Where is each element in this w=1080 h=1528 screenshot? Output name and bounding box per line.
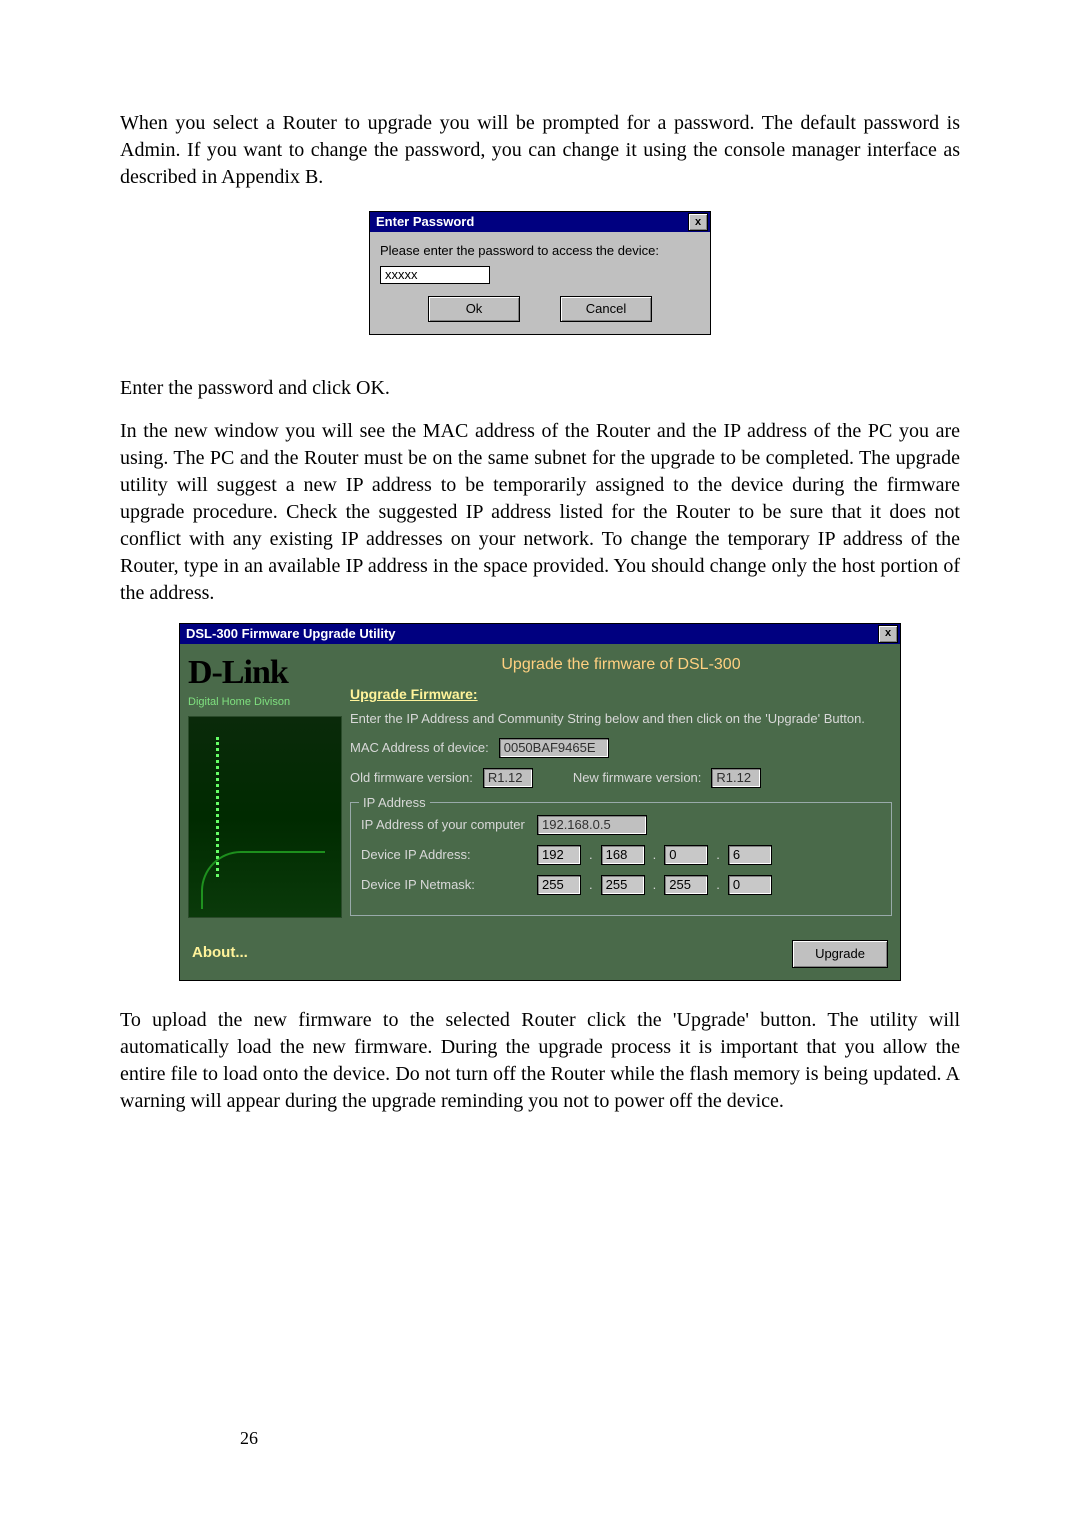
new-fw-value: R1.12 xyxy=(711,768,761,788)
intro-paragraph: When you select a Router to upgrade you … xyxy=(120,110,960,191)
leaf-icon xyxy=(201,851,325,909)
brand-tagline: Digital Home Divison xyxy=(188,695,342,710)
password-prompt-label: Please enter the password to access the … xyxy=(380,242,700,260)
cancel-button[interactable]: Cancel xyxy=(560,296,652,322)
firmware-version-row: Old firmware version: R1.12 New firmware… xyxy=(350,768,892,788)
firmware-dialog: DSL-300 Firmware Upgrade Utility x D-Lin… xyxy=(179,623,901,981)
dot-separator: . xyxy=(587,846,595,864)
pc-ip-value: 192.168.0.5 xyxy=(537,815,647,835)
page-number: 26 xyxy=(240,1426,258,1450)
pc-ip-row: IP Address of your computer 192.168.0.5 xyxy=(361,815,881,835)
device-ip-row: Device IP Address: 192. 168. 0. 6 xyxy=(361,845,881,865)
dot-separator: . xyxy=(714,846,722,864)
dot-separator: . xyxy=(714,876,722,894)
dlink-logo: D-Link Digital Home Divison xyxy=(180,644,350,711)
dot-separator: . xyxy=(651,846,659,864)
upgrade-instruction-text: Enter the IP Address and Community Strin… xyxy=(350,710,892,728)
firmware-dialog-container: DSL-300 Firmware Upgrade Utility x D-Lin… xyxy=(120,623,960,981)
old-fw-label: Old firmware version: xyxy=(350,769,473,787)
firmware-dialog-title: DSL-300 Firmware Upgrade Utility xyxy=(186,625,396,643)
device-ip-octet-2[interactable]: 168 xyxy=(601,845,645,865)
firmware-dialog-titlebar: DSL-300 Firmware Upgrade Utility x xyxy=(180,624,900,644)
upload-firmware-text: To upload the new firmware to the select… xyxy=(120,1007,960,1115)
ip-address-explain-text: In the new window you will see the MAC a… xyxy=(120,418,960,607)
device-ip-octet-1[interactable]: 192 xyxy=(537,845,581,865)
device-netmask-label: Device IP Netmask: xyxy=(361,876,531,894)
brand-name: D-Link xyxy=(188,650,342,696)
password-dialog: Enter Password x Please enter the passwo… xyxy=(369,211,711,335)
close-icon[interactable]: x xyxy=(878,625,898,643)
decorative-image xyxy=(188,716,342,917)
device-ip-octet-3[interactable]: 0 xyxy=(664,845,708,865)
dot-separator: . xyxy=(587,876,595,894)
password-dialog-title: Enter Password xyxy=(376,213,474,231)
mac-label: MAC Address of device: xyxy=(350,739,489,757)
password-dialog-body: Please enter the password to access the … xyxy=(370,232,710,334)
enter-password-text: Enter the password and click OK. xyxy=(120,375,960,402)
dot-separator: . xyxy=(651,876,659,894)
password-dialog-titlebar: Enter Password x xyxy=(370,212,710,232)
pc-ip-label: IP Address of your computer xyxy=(361,816,531,834)
mac-row: MAC Address of device: 0050BAF9465E xyxy=(350,738,892,758)
upgrade-firmware-heading: Upgrade Firmware: xyxy=(350,685,892,704)
device-mask-octet-4[interactable]: 0 xyxy=(728,875,772,895)
firmware-dialog-footer: About... Upgrade xyxy=(180,928,900,980)
mac-value: 0050BAF9465E xyxy=(499,738,609,758)
password-dialog-buttons: Ok Cancel xyxy=(380,296,700,322)
firmware-right-pane: Upgrade the firmware of DSL-300 Upgrade … xyxy=(350,644,900,928)
device-netmask-row: Device IP Netmask: 255. 255. 255. 0 xyxy=(361,875,881,895)
ip-address-fieldset: IP Address IP Address of your computer 1… xyxy=(350,802,892,916)
device-mask-octet-3[interactable]: 255 xyxy=(664,875,708,895)
device-mask-octet-2[interactable]: 255 xyxy=(601,875,645,895)
device-ip-label: Device IP Address: xyxy=(361,846,531,864)
old-fw-value: R1.12 xyxy=(483,768,533,788)
close-icon[interactable]: x xyxy=(688,213,708,231)
device-mask-octet-1[interactable]: 255 xyxy=(537,875,581,895)
firmware-banner: Upgrade the firmware of DSL-300 xyxy=(350,644,892,684)
password-dialog-container: Enter Password x Please enter the passwo… xyxy=(120,211,960,335)
upgrade-button[interactable]: Upgrade xyxy=(792,940,888,968)
about-button[interactable]: About... xyxy=(192,943,248,963)
ip-fieldset-legend: IP Address xyxy=(359,794,430,812)
device-ip-octet-4[interactable]: 6 xyxy=(728,845,772,865)
firmware-dialog-content: D-Link Digital Home Divison Upgrade the … xyxy=(180,644,900,928)
password-input[interactable]: xxxxx xyxy=(380,266,490,284)
new-fw-label: New firmware version: xyxy=(573,769,702,787)
firmware-left-pane: D-Link Digital Home Divison xyxy=(180,644,350,928)
password-input-value: xxxxx xyxy=(385,266,418,284)
ok-button[interactable]: Ok xyxy=(428,296,520,322)
